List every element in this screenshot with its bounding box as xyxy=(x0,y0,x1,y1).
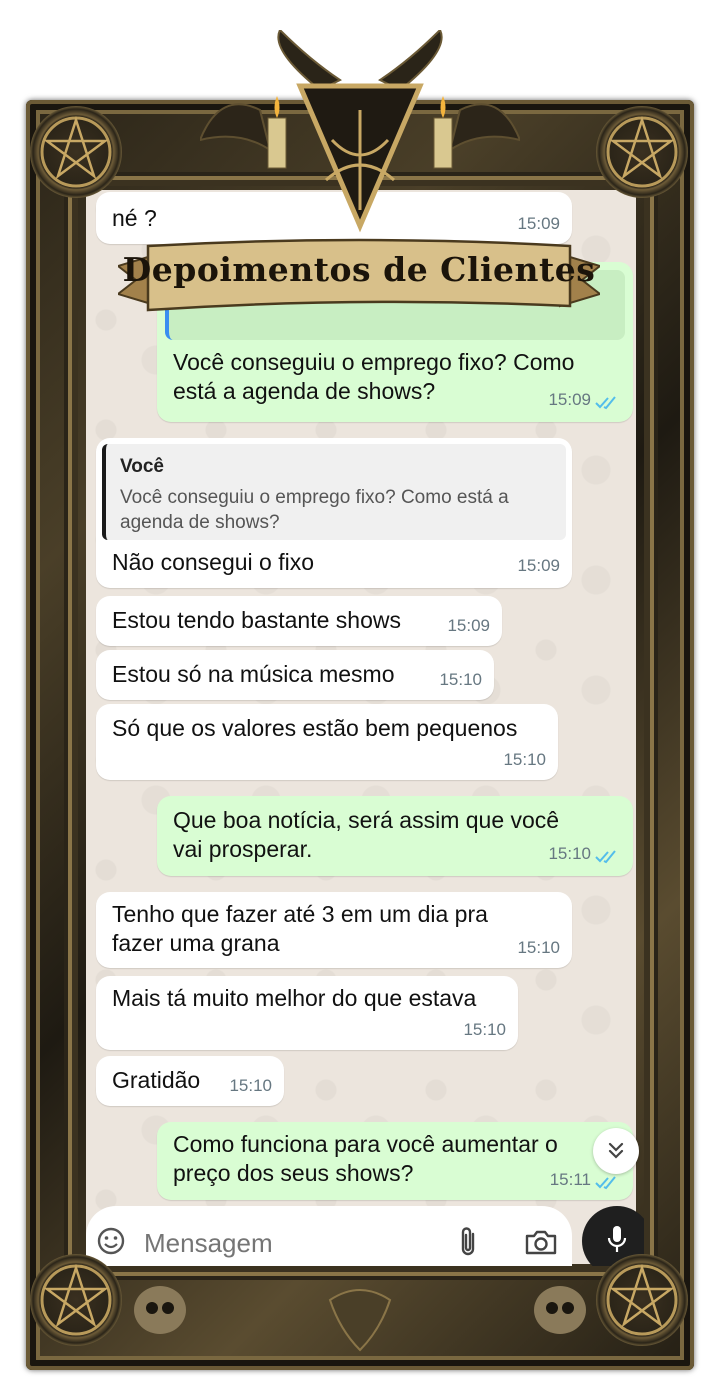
message-text: Não consegui o fixo xyxy=(112,549,315,575)
message-time: 15:10 xyxy=(463,1020,506,1039)
message-time: 15:09 xyxy=(447,616,490,635)
skulls-ornament xyxy=(134,1286,586,1352)
message-bubble-incoming[interactable]: Tenho que fazer até 3 em um dia pra faze… xyxy=(96,892,572,968)
message-bubble-incoming[interactable]: Só que os valores estão bem pequenos 15:… xyxy=(96,704,558,780)
double-check-icon xyxy=(595,850,616,864)
mic-icon xyxy=(607,1226,627,1252)
banner-title: Depoimentos de Clientes xyxy=(122,250,596,289)
message-bubble-outgoing[interactable]: Como funciona para você aumentar o preço… xyxy=(157,1122,633,1200)
message-text: Estou só na música mesmo xyxy=(112,661,395,687)
message-text: Estou tendo bastante shows xyxy=(112,607,401,633)
message-bubble-incoming[interactable]: Você Você conseguiu o emprego fixo? Como… xyxy=(96,438,572,588)
message-input[interactable] xyxy=(142,1224,436,1262)
chevrons-down-icon xyxy=(608,1142,624,1159)
message-bubble-incoming[interactable]: Estou só na música mesmo 15:10 xyxy=(96,650,494,700)
quote-text: Você conseguiu o emprego fixo? Como está… xyxy=(120,487,509,533)
message-time: 15:11 xyxy=(549,1170,591,1189)
message-time: 15:10 xyxy=(439,670,482,689)
message-time: 15:10 xyxy=(229,1076,272,1095)
message-text: Você conseguiu o emprego fixo? Como está… xyxy=(173,349,575,404)
message-time: 15:10 xyxy=(548,844,591,863)
message-text: Que boa notícia, será assim que você vai… xyxy=(173,807,560,862)
paperclip-icon[interactable] xyxy=(456,1226,480,1258)
camera-icon[interactable] xyxy=(524,1228,558,1256)
message-text: Mais tá muito melhor do que estava xyxy=(112,985,477,1011)
message-text: Tenho que fazer até 3 em um dia pra faze… xyxy=(112,901,488,956)
message-text: Gratidão xyxy=(112,1067,201,1093)
message-text: Como funciona para você aumentar o preço… xyxy=(173,1131,558,1186)
message-time: 15:10 xyxy=(517,938,560,957)
message-text: né ? xyxy=(112,205,157,231)
message-bubble-outgoing[interactable]: Que boa notícia, será assim que você vai… xyxy=(157,796,633,876)
message-composer xyxy=(86,1206,572,1266)
pentagram-medallion xyxy=(596,106,688,198)
demonic-crest-ornament xyxy=(200,30,520,233)
title-banner: Depoimentos de Clientes xyxy=(118,236,600,320)
message-time: 15:09 xyxy=(517,556,560,575)
message-time: 15:10 xyxy=(503,750,546,769)
quoted-message[interactable]: Você Você conseguiu o emprego fixo? Como… xyxy=(102,444,566,540)
message-time: 15:09 xyxy=(517,214,560,233)
message-bubble-incoming[interactable]: Estou tendo bastante shows 15:09 xyxy=(96,596,502,646)
emoji-icon[interactable] xyxy=(96,1226,126,1256)
double-check-icon xyxy=(595,1176,616,1190)
quote-author: Você xyxy=(120,456,165,477)
pentagram-medallion xyxy=(596,1254,688,1346)
pentagram-medallion xyxy=(30,1254,122,1346)
message-bubble-incoming[interactable]: Mais tá muito melhor do que estava 15:10 xyxy=(96,976,518,1050)
pentagram-medallion xyxy=(30,106,122,198)
message-text: Só que os valores estão bem pequenos xyxy=(112,715,518,741)
message-time: 15:09 xyxy=(548,390,591,409)
double-check-icon xyxy=(595,396,616,410)
scroll-to-bottom-button[interactable] xyxy=(593,1128,639,1174)
message-bubble-incoming[interactable]: Gratidão 15:10 xyxy=(96,1056,284,1106)
